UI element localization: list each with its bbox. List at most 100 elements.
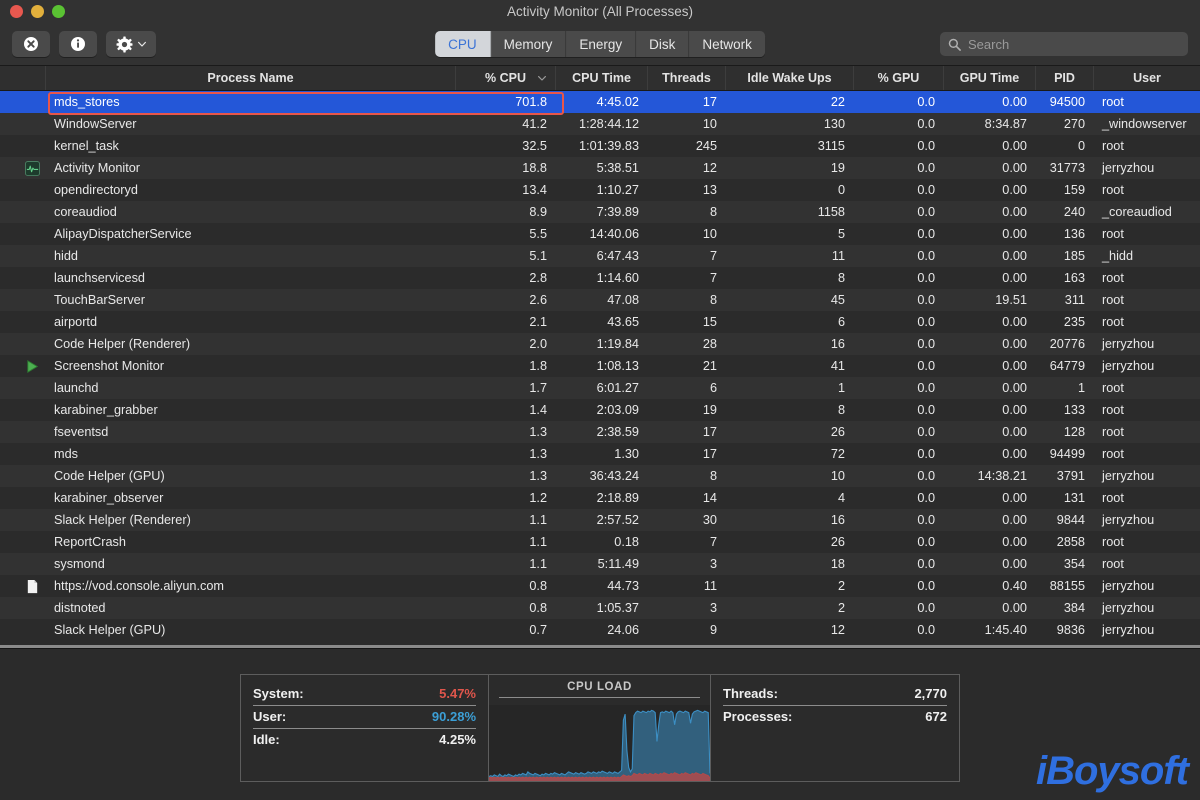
table-row[interactable]: kernel_task32.51:01:39.8324531150.00.000…: [0, 135, 1200, 157]
column-header-gutter: [0, 66, 46, 90]
table-row[interactable]: airportd2.143.651560.00.00235root: [0, 311, 1200, 333]
cell-idle: 26: [726, 531, 854, 553]
table-row[interactable]: ReportCrash1.10.187260.00.002858root: [0, 531, 1200, 553]
tab-memory[interactable]: Memory: [491, 31, 567, 57]
cell-user: _hidd: [1094, 245, 1200, 267]
cell-process-name: coreaudiod: [46, 201, 456, 223]
table-row[interactable]: Slack Helper (GPU)0.724.069120.01:45.409…: [0, 619, 1200, 641]
cell-cputime: 2:03.09: [556, 399, 648, 421]
stat-value-threads: 2,770: [914, 686, 947, 701]
table-row[interactable]: karabiner_grabber1.42:03.091980.00.00133…: [0, 399, 1200, 421]
cell-pid: 311: [1036, 289, 1094, 311]
tab-disk[interactable]: Disk: [636, 31, 689, 57]
iboysoft-watermark: iBoysoft: [1036, 749, 1188, 794]
stat-label-user: User:: [253, 709, 286, 724]
cell-idle: 19: [726, 157, 854, 179]
table-row[interactable]: mds1.31.3017720.00.0094499root: [0, 443, 1200, 465]
table-row[interactable]: WindowServer41.21:28:44.12101300.08:34.8…: [0, 113, 1200, 135]
tab-energy[interactable]: Energy: [566, 31, 636, 57]
table-row[interactable]: Code Helper (GPU)1.336:43.248100.014:38.…: [0, 465, 1200, 487]
cell-gputime: 0.00: [944, 245, 1036, 267]
cell-user: root: [1094, 289, 1200, 311]
table-row[interactable]: https://vod.console.aliyun.com0.844.7311…: [0, 575, 1200, 597]
column-header-gpu[interactable]: % GPU: [854, 66, 944, 90]
column-header-idle-wake-ups[interactable]: Idle Wake Ups: [726, 66, 854, 90]
table-row[interactable]: Slack Helper (Renderer)1.12:57.5230160.0…: [0, 509, 1200, 531]
cell-cputime: 6:47.43: [556, 245, 648, 267]
table-row[interactable]: hidd5.16:47.437110.00.00185_hidd: [0, 245, 1200, 267]
close-window-button[interactable]: [10, 5, 23, 18]
cell-gpu: 0.0: [854, 267, 944, 289]
activity-monitor-window: Activity Monitor (All Processes): [0, 0, 1200, 800]
column-header-user[interactable]: User: [1094, 66, 1200, 90]
cell-cpu: 1.1: [456, 553, 556, 575]
process-info-button[interactable]: [59, 31, 97, 57]
cell-gputime: 14:38.21: [944, 465, 1036, 487]
stop-process-button[interactable]: [12, 31, 50, 57]
view-options-button[interactable]: [106, 31, 156, 57]
cell-gpu: 0.0: [854, 245, 944, 267]
cell-gputime: 0.00: [944, 311, 1036, 333]
search-placeholder: Search: [968, 37, 1009, 52]
column-header-gpu-time[interactable]: GPU Time: [944, 66, 1036, 90]
cell-cputime: 1.30: [556, 443, 648, 465]
cpu-stats-panel: System: 5.47% User: 90.28% Idle: 4.25%: [240, 674, 488, 782]
cpu-load-graph-panel: CPU LOAD: [488, 674, 710, 782]
cell-user: root: [1094, 553, 1200, 575]
cell-idle: 18: [726, 553, 854, 575]
table-row[interactable]: opendirectoryd13.41:10.271300.00.00159ro…: [0, 179, 1200, 201]
column-header-pid[interactable]: PID: [1036, 66, 1094, 90]
table-row[interactable]: Activity Monitor18.85:38.5112190.00.0031…: [0, 157, 1200, 179]
tab-cpu[interactable]: CPU: [435, 31, 491, 57]
table-row[interactable]: launchd1.76:01.27610.00.001root: [0, 377, 1200, 399]
green-arrow-icon: [25, 359, 40, 374]
tab-network[interactable]: Network: [689, 31, 765, 57]
cell-idle: 8: [726, 399, 854, 421]
cell-cputime: 5:38.51: [556, 157, 648, 179]
cell-process-name: WindowServer: [46, 113, 456, 135]
table-row[interactable]: launchservicesd2.81:14.60780.00.00163roo…: [0, 267, 1200, 289]
column-header-cpu-time[interactable]: CPU Time: [556, 66, 648, 90]
column-header-process-name[interactable]: Process Name: [46, 66, 456, 90]
table-row[interactable]: karabiner_observer1.22:18.891440.00.0013…: [0, 487, 1200, 509]
table-row[interactable]: sysmond1.15:11.493180.00.00354root: [0, 553, 1200, 575]
cell-idle: 41: [726, 355, 854, 377]
table-row[interactable]: mds_stores701.84:45.0217220.00.0094500ro…: [0, 91, 1200, 113]
table-row[interactable]: AlipayDispatcherService5.514:40.061050.0…: [0, 223, 1200, 245]
zoom-window-button[interactable]: [52, 5, 65, 18]
table-row[interactable]: fseventsd1.32:38.5917260.00.00128root: [0, 421, 1200, 443]
cell-cpu: 701.8: [456, 91, 556, 113]
table-row[interactable]: distnoted0.81:05.37320.00.00384jerryzhou: [0, 597, 1200, 619]
cell-threads: 245: [648, 135, 726, 157]
table-row[interactable]: coreaudiod8.97:39.89811580.00.00240_core…: [0, 201, 1200, 223]
cell-idle: 0: [726, 179, 854, 201]
column-header-threads[interactable]: Threads: [648, 66, 726, 90]
column-header-cpu[interactable]: % CPU: [456, 66, 556, 90]
cell-cpu: 5.1: [456, 245, 556, 267]
cell-pid: 64779: [1036, 355, 1094, 377]
cell-threads: 11: [648, 575, 726, 597]
cell-user: root: [1094, 311, 1200, 333]
footer-panel: System: 5.47% User: 90.28% Idle: 4.25% C…: [0, 648, 1200, 800]
search-field[interactable]: Search: [940, 32, 1188, 56]
cell-idle: 22: [726, 91, 854, 113]
cell-threads: 15: [648, 311, 726, 333]
cell-process-name: airportd: [46, 311, 456, 333]
minimize-window-button[interactable]: [31, 5, 44, 18]
table-row[interactable]: TouchBarServer2.647.088450.019.51311root: [0, 289, 1200, 311]
cell-cputime: 47.08: [556, 289, 648, 311]
sort-chevron-down-icon: [537, 73, 547, 83]
cell-user: _windowserver: [1094, 113, 1200, 135]
table-row[interactable]: Screenshot Monitor1.81:08.1321410.00.006…: [0, 355, 1200, 377]
cell-idle: 11: [726, 245, 854, 267]
table-row[interactable]: Code Helper (Renderer)2.01:19.8428160.00…: [0, 333, 1200, 355]
cell-cpu: 18.8: [456, 157, 556, 179]
process-table[interactable]: mds_stores701.84:45.0217220.00.0094500ro…: [0, 91, 1200, 648]
stat-label-processes: Processes:: [723, 709, 792, 724]
cell-process-name: karabiner_observer: [46, 487, 456, 509]
cell-threads: 3: [648, 597, 726, 619]
cell-cpu: 5.5: [456, 223, 556, 245]
cell-pid: 0: [1036, 135, 1094, 157]
stat-row-user: User: 90.28%: [253, 706, 476, 729]
table-column-headers: Process Name % CPU CPU Time Threads Idle…: [0, 65, 1200, 91]
